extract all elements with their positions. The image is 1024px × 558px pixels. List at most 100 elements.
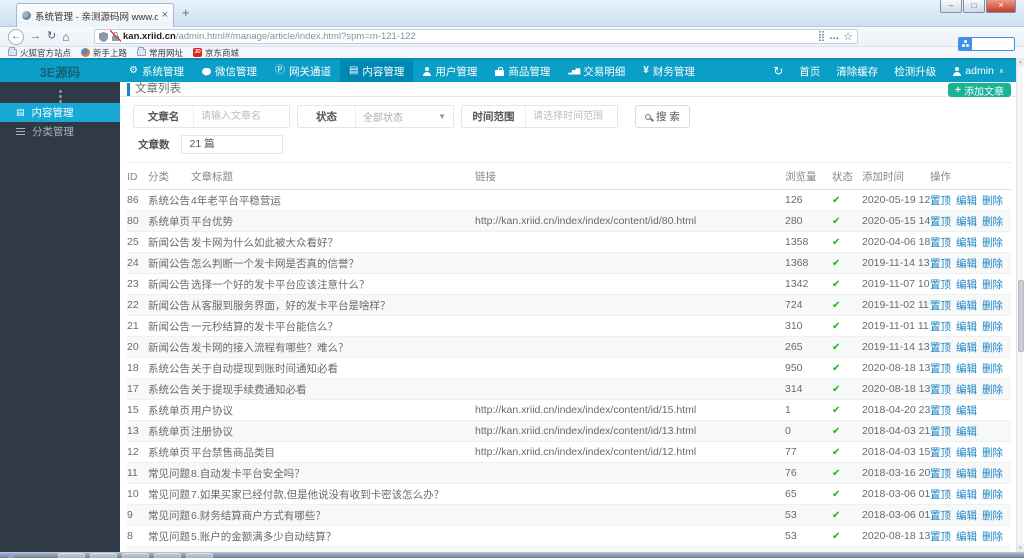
action-edit-link[interactable]: 编辑 bbox=[956, 510, 977, 522]
action-delete-link[interactable]: 删除 bbox=[982, 384, 1003, 396]
browser-extension-widget[interactable] bbox=[958, 37, 1015, 51]
tab-close-icon[interactable]: × bbox=[162, 10, 168, 21]
action-pin-link[interactable]: 置顶 bbox=[930, 300, 951, 312]
action-delete-link[interactable]: 删除 bbox=[982, 195, 1003, 207]
start-button[interactable] bbox=[8, 553, 14, 558]
action-pin-link[interactable]: 置顶 bbox=[930, 321, 951, 333]
action-pin-link[interactable]: 置顶 bbox=[930, 384, 951, 396]
scroll-up-arrow[interactable]: ▲ bbox=[1017, 58, 1024, 66]
user-menu[interactable]: admin ∧ bbox=[952, 65, 1004, 77]
action-edit-link[interactable]: 编辑 bbox=[956, 342, 977, 354]
clear-cache-link[interactable]: 清除缓存 bbox=[836, 64, 878, 79]
nav-item-users[interactable]: 用户管理 bbox=[413, 60, 486, 82]
action-edit-link[interactable]: 编辑 bbox=[956, 216, 977, 228]
taskbar-button[interactable] bbox=[154, 553, 181, 558]
widget-circles-icon[interactable] bbox=[958, 37, 972, 51]
back-button[interactable]: ← bbox=[8, 28, 24, 45]
bookmark-item[interactable]: JD 京东商城 bbox=[193, 47, 239, 59]
nav-item-gateway[interactable]: Ⓟ 网关通道 bbox=[266, 60, 340, 82]
nav-item-system[interactable]: ⚙ 系统管理 bbox=[120, 60, 193, 82]
action-edit-link[interactable]: 编辑 bbox=[956, 426, 977, 438]
bookmark-star-icon[interactable]: ☆ bbox=[843, 30, 853, 43]
nav-item-transactions[interactable]: ▂▅▇ 交易明细 bbox=[559, 60, 634, 82]
action-delete-link[interactable]: 删除 bbox=[982, 489, 1003, 501]
action-edit-link[interactable]: 编辑 bbox=[956, 258, 977, 270]
qr-grid-icon[interactable]: ⣿ bbox=[818, 31, 825, 42]
url-text[interactable]: kan.xriid.cn/admin.html#/manage/article/… bbox=[123, 31, 814, 42]
tracking-shield-icon[interactable] bbox=[99, 31, 108, 42]
action-delete-link[interactable]: 删除 bbox=[982, 468, 1003, 480]
action-delete-link[interactable]: 删除 bbox=[982, 300, 1003, 312]
action-edit-link[interactable]: 编辑 bbox=[956, 489, 977, 501]
action-pin-link[interactable]: 置顶 bbox=[930, 363, 951, 375]
bookmark-item[interactable]: 常用网址 bbox=[137, 47, 183, 59]
action-delete-link[interactable]: 删除 bbox=[982, 531, 1003, 543]
action-delete-link[interactable]: 删除 bbox=[982, 258, 1003, 270]
action-delete-link[interactable]: 删除 bbox=[982, 321, 1003, 333]
window-close-button[interactable]: × bbox=[986, 0, 1016, 13]
action-delete-link[interactable]: 删除 bbox=[982, 447, 1003, 459]
action-pin-link[interactable]: 置顶 bbox=[930, 237, 951, 249]
insecure-lock-icon[interactable] bbox=[110, 30, 121, 42]
action-delete-link[interactable]: 删除 bbox=[982, 237, 1003, 249]
scrollbar-thumb[interactable] bbox=[1017, 280, 1024, 352]
refresh-icon[interactable]: ↻ bbox=[773, 64, 783, 78]
sidebar-item-category[interactable]: 分类管理 bbox=[0, 122, 120, 141]
action-pin-link[interactable]: 置顶 bbox=[930, 258, 951, 270]
action-delete-link[interactable]: 删除 bbox=[982, 216, 1003, 228]
bookmark-item[interactable]: 新手上路 bbox=[81, 47, 127, 59]
time-range-input[interactable] bbox=[526, 106, 617, 127]
bookmark-item[interactable]: 火狐官方站点 bbox=[8, 47, 71, 59]
windows-taskbar[interactable] bbox=[0, 552, 1024, 558]
action-pin-link[interactable]: 置顶 bbox=[930, 405, 951, 417]
forward-button[interactable]: → bbox=[30, 31, 41, 42]
action-pin-link[interactable]: 置顶 bbox=[930, 216, 951, 228]
new-tab-button[interactable]: + bbox=[182, 5, 190, 20]
address-bar[interactable]: kan.xriid.cn/admin.html#/manage/article/… bbox=[94, 29, 858, 44]
action-delete-link[interactable]: 删除 bbox=[982, 279, 1003, 291]
nav-item-goods[interactable]: 商品管理 bbox=[486, 60, 559, 82]
action-pin-link[interactable]: 置顶 bbox=[930, 510, 951, 522]
window-maximize-button[interactable]: □ bbox=[963, 0, 985, 13]
action-pin-link[interactable]: 置顶 bbox=[930, 279, 951, 291]
status-select[interactable]: 全部状态 ▼ bbox=[356, 106, 453, 127]
nav-item-wechat[interactable]: 微信管理 bbox=[193, 60, 266, 82]
browser-scrollbar[interactable]: ▲ ▼ bbox=[1016, 58, 1024, 552]
action-edit-link[interactable]: 编辑 bbox=[956, 237, 977, 249]
action-delete-link[interactable]: 删除 bbox=[982, 363, 1003, 375]
reload-button[interactable]: ↻ bbox=[47, 31, 56, 42]
home-button[interactable]: ⌂ bbox=[62, 31, 69, 43]
taskbar-button[interactable] bbox=[122, 553, 149, 558]
article-name-input[interactable] bbox=[194, 106, 289, 127]
widget-input[interactable] bbox=[972, 37, 1015, 51]
action-edit-link[interactable]: 编辑 bbox=[956, 363, 977, 375]
check-upgrade-link[interactable]: 检测升级 bbox=[894, 64, 936, 79]
action-pin-link[interactable]: 置顶 bbox=[930, 426, 951, 438]
action-edit-link[interactable]: 编辑 bbox=[956, 468, 977, 480]
action-edit-link[interactable]: 编辑 bbox=[956, 447, 977, 459]
page-actions-icon[interactable]: … bbox=[829, 31, 839, 42]
action-delete-link[interactable]: 删除 bbox=[982, 510, 1003, 522]
sidebar-collapse-handle[interactable] bbox=[58, 90, 62, 93]
action-pin-link[interactable]: 置顶 bbox=[930, 447, 951, 459]
nav-item-content[interactable]: ▤ 内容管理 bbox=[339, 60, 414, 82]
add-article-button[interactable]: + 添加文章 bbox=[948, 83, 1011, 98]
taskbar-button[interactable] bbox=[90, 553, 117, 558]
action-edit-link[interactable]: 编辑 bbox=[956, 384, 977, 396]
action-edit-link[interactable]: 编辑 bbox=[956, 195, 977, 207]
search-button[interactable]: 搜 索 bbox=[635, 105, 690, 128]
window-minimize-button[interactable]: – bbox=[940, 0, 962, 13]
action-edit-link[interactable]: 编辑 bbox=[956, 405, 977, 417]
action-pin-link[interactable]: 置顶 bbox=[930, 531, 951, 543]
nav-item-finance[interactable]: ¥ 财务管理 bbox=[634, 60, 704, 82]
browser-tab[interactable]: 系统管理 - 亲测源码网 www.q × bbox=[16, 3, 174, 27]
taskbar-button[interactable] bbox=[58, 553, 85, 558]
action-delete-link[interactable]: 删除 bbox=[982, 342, 1003, 354]
action-pin-link[interactable]: 置顶 bbox=[930, 195, 951, 207]
action-pin-link[interactable]: 置顶 bbox=[930, 468, 951, 480]
home-link[interactable]: 首页 bbox=[799, 64, 820, 79]
action-edit-link[interactable]: 编辑 bbox=[956, 279, 977, 291]
action-edit-link[interactable]: 编辑 bbox=[956, 321, 977, 333]
action-pin-link[interactable]: 置顶 bbox=[930, 489, 951, 501]
action-pin-link[interactable]: 置顶 bbox=[930, 342, 951, 354]
